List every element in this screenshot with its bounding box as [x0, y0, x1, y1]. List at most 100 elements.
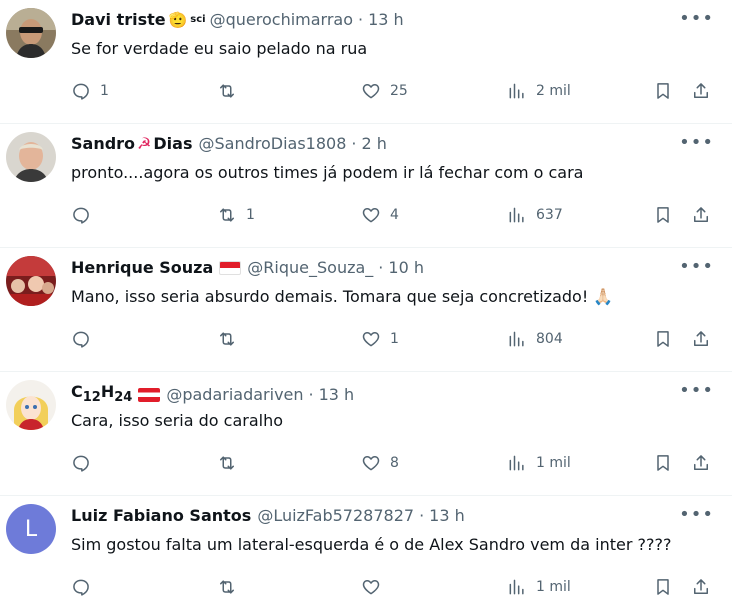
- separator-dot: ·: [308, 385, 314, 405]
- tweet-item[interactable]: Henrique Souza @Rique_Souza_ · 10 h ••• …: [0, 248, 732, 372]
- like-icon: [361, 205, 381, 225]
- reply-button[interactable]: [71, 576, 100, 598]
- reply-feed: Davi triste 🫡 sci @querochimarrao · 13 h…: [0, 0, 732, 604]
- tweet-actions: 1 4 637: [71, 204, 714, 226]
- views-button[interactable]: 637: [507, 204, 563, 226]
- like-button[interactable]: 4: [361, 204, 399, 226]
- retweet-button[interactable]: [217, 328, 246, 350]
- tweet-item[interactable]: L Luiz Fabiano Santos @LuizFab57287827 ·…: [0, 496, 732, 604]
- handle[interactable]: @LuizFab57287827: [257, 506, 414, 526]
- bookmark-button[interactable]: [653, 80, 673, 102]
- tweet-header: C12H24 @padariadariven · 13 h: [71, 382, 682, 408]
- avatar-letter: L: [24, 516, 38, 542]
- bookmark-button[interactable]: [653, 452, 673, 474]
- bookmark-button[interactable]: [653, 576, 673, 598]
- separator-dot: ·: [378, 258, 384, 277]
- handle[interactable]: @padariadariven: [166, 385, 303, 405]
- share-button[interactable]: [691, 576, 711, 598]
- separator-dot: ·: [358, 10, 364, 29]
- reply-button[interactable]: [71, 328, 100, 350]
- retweet-button[interactable]: [217, 80, 246, 102]
- flag-icon: [138, 388, 161, 403]
- timestamp[interactable]: 10 h: [388, 258, 424, 278]
- views-icon: [507, 81, 527, 101]
- handle[interactable]: @Rique_Souza_: [247, 258, 373, 278]
- share-button[interactable]: [691, 80, 711, 102]
- reply-button[interactable]: [71, 204, 100, 226]
- display-name[interactable]: Luiz Fabiano Santos: [71, 506, 251, 526]
- like-count: 4: [390, 207, 399, 223]
- timestamp[interactable]: 2 h: [361, 134, 386, 154]
- avatar[interactable]: [6, 380, 56, 430]
- display-name[interactable]: Sandro: [71, 134, 135, 154]
- name-symbol: ☭: [137, 134, 152, 153]
- reply-icon: [71, 577, 91, 597]
- avatar[interactable]: [6, 8, 56, 58]
- handle[interactable]: @SandroDias1808: [198, 134, 346, 154]
- display-name-end[interactable]: Dias: [153, 134, 192, 154]
- retweet-icon: [217, 329, 237, 349]
- tweet-header: Luiz Fabiano Santos @LuizFab57287827 · 1…: [71, 506, 682, 526]
- display-name[interactable]: Henrique Souza: [71, 258, 213, 278]
- view-count: 637: [536, 207, 563, 223]
- timestamp[interactable]: 13 h: [368, 10, 404, 30]
- tweet-actions: 1 804: [71, 328, 714, 350]
- views-button[interactable]: 1 mil: [507, 576, 571, 598]
- bookmark-icon: [653, 329, 673, 349]
- tweet-header: Henrique Souza @Rique_Souza_ · 10 h: [71, 258, 682, 278]
- more-icon[interactable]: •••: [679, 134, 714, 152]
- like-icon: [361, 453, 381, 473]
- reply-button[interactable]: [71, 452, 100, 474]
- like-button[interactable]: 8: [361, 452, 399, 474]
- views-button[interactable]: 2 mil: [507, 80, 571, 102]
- like-button[interactable]: 1: [361, 328, 399, 350]
- bookmark-icon: [653, 205, 673, 225]
- flag-icon: [219, 261, 242, 275]
- like-icon: [361, 577, 381, 597]
- share-button[interactable]: [691, 204, 711, 226]
- views-button[interactable]: 1 mil: [507, 452, 571, 474]
- like-button[interactable]: [361, 576, 390, 598]
- retweet-button[interactable]: [217, 452, 246, 474]
- display-name[interactable]: Davi triste: [71, 10, 166, 30]
- timestamp[interactable]: 13 h: [429, 506, 465, 526]
- bookmark-button[interactable]: [653, 328, 673, 350]
- retweet-button[interactable]: [217, 576, 246, 598]
- retweet-icon: [217, 453, 237, 473]
- reply-button[interactable]: 1: [71, 80, 109, 102]
- more-icon[interactable]: •••: [679, 382, 714, 400]
- retweet-button[interactable]: 1: [217, 204, 255, 226]
- handle[interactable]: @querochimarrao: [210, 10, 353, 30]
- timestamp[interactable]: 13 h: [319, 385, 355, 405]
- more-icon[interactable]: •••: [679, 506, 714, 524]
- reply-icon: [71, 205, 91, 225]
- more-icon[interactable]: •••: [679, 10, 714, 28]
- like-icon: [361, 81, 381, 101]
- avatar[interactable]: L: [6, 504, 56, 554]
- tweet-item[interactable]: C12H24 @padariadariven · 13 h ••• Cara, …: [0, 372, 732, 496]
- like-button[interactable]: 25: [361, 80, 408, 102]
- tweet-item[interactable]: Davi triste 🫡 sci @querochimarrao · 13 h…: [0, 0, 732, 124]
- tweet-actions: 1 mil: [71, 576, 714, 598]
- display-name[interactable]: C12H24: [71, 382, 132, 408]
- share-icon: [691, 453, 711, 473]
- share-icon: [691, 577, 711, 597]
- avatar[interactable]: [6, 256, 56, 306]
- bookmark-button[interactable]: [653, 204, 673, 226]
- tweet-text: Se for verdade eu saio pelado na rua: [71, 39, 368, 58]
- tweet-header: Sandro ☭ Dias @SandroDias1808 · 2 h: [71, 134, 682, 154]
- bookmark-icon: [653, 577, 673, 597]
- tweet-actions: 8 1 mil: [71, 452, 714, 474]
- share-button[interactable]: [691, 452, 711, 474]
- separator-dot: ·: [419, 506, 425, 525]
- tweet-actions: 1 25 2 mil: [71, 80, 714, 102]
- views-button[interactable]: 804: [507, 328, 563, 350]
- view-count: 1 mil: [536, 579, 571, 595]
- like-count: 25: [390, 83, 408, 99]
- share-button[interactable]: [691, 328, 711, 350]
- avatar[interactable]: [6, 132, 56, 182]
- tweet-text: Sim gostou falta um lateral-esquerda é o…: [71, 535, 672, 554]
- more-icon[interactable]: •••: [679, 258, 714, 276]
- tweet-item[interactable]: Sandro ☭ Dias @SandroDias1808 · 2 h ••• …: [0, 124, 732, 248]
- retweet-icon: [217, 81, 237, 101]
